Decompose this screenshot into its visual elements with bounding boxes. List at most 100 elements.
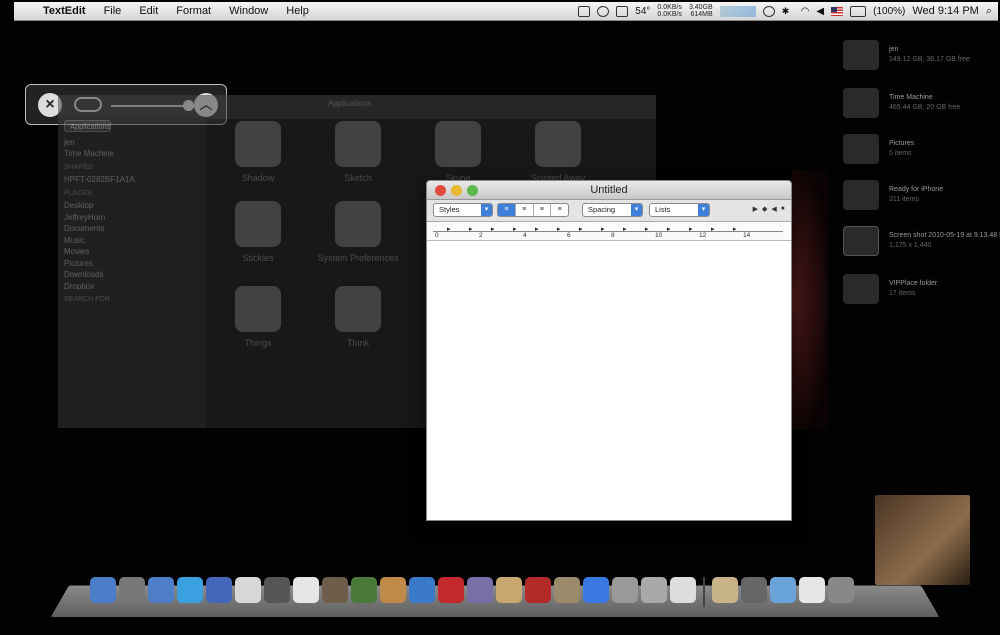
menu-window[interactable]: Window: [220, 5, 277, 17]
dock-app-icon[interactable]: [525, 577, 551, 603]
desktop-item[interactable]: Pictures 5 items: [843, 134, 993, 174]
align-left-icon[interactable]: ≡: [498, 204, 516, 216]
spacing-popup[interactable]: Spacing ▾: [582, 203, 643, 217]
desktop-item[interactable]: Ready for iPhone 311 items: [843, 180, 993, 220]
activity-graph-icon[interactable]: [719, 5, 756, 17]
dock-app-icon[interactable]: [670, 577, 696, 603]
tab-stop-icon[interactable]: ▸: [623, 225, 627, 233]
tab-stop-icon[interactable]: ▸: [733, 225, 737, 233]
tab-stop-icon[interactable]: ▸: [491, 225, 495, 233]
ruler[interactable]: 0 2 4 6 8 10 12 14 ▸ ▸ ▸ ▸ ▸ ▸ ▸ ▸ ▸ ▸ ▸ ▸ ▸ ▸: [427, 222, 791, 241]
tab-stop-icon[interactable]: ▸: [535, 225, 539, 233]
screen-icon[interactable]: [578, 5, 591, 17]
tab-stop-icon[interactable]: ▸: [711, 225, 715, 233]
text-area[interactable]: [427, 243, 791, 520]
desktop-item[interactable]: Screen shot 2010-05-19 at 9.13.48 PM 1,17…: [843, 226, 1000, 266]
tab-stop-icon[interactable]: ▸: [469, 225, 473, 233]
tab-decimal-icon[interactable]: ●: [781, 205, 785, 213]
app-icon-item[interactable]: Spirited Away: [508, 121, 608, 183]
spotlight-search-icon[interactable]: ⌕: [986, 5, 992, 18]
clock[interactable]: Wed 9:14 PM: [912, 5, 978, 17]
dropbox-icon[interactable]: [616, 5, 629, 17]
menu-file[interactable]: File: [95, 5, 131, 17]
dock-app-icon[interactable]: [554, 577, 580, 603]
menu-format[interactable]: Format: [167, 5, 220, 17]
app-icon-item[interactable]: Stickies: [208, 201, 308, 263]
volume-icon[interactable]: ◀: [816, 6, 824, 17]
app-icon-item[interactable]: Things: [208, 286, 308, 348]
menu-help[interactable]: Help: [277, 5, 318, 17]
dock-app-icon[interactable]: [799, 577, 825, 603]
dock-app-icon[interactable]: [641, 577, 667, 603]
app-menu[interactable]: TextEdit: [34, 5, 95, 17]
sidebar-item[interactable]: Time Machine: [64, 149, 200, 161]
dock-app-icon[interactable]: [712, 577, 738, 603]
dock-app-icon[interactable]: [119, 577, 145, 603]
app-icon-item[interactable]: Think: [308, 286, 408, 348]
tab-stop-icon[interactable]: ▸: [689, 225, 693, 233]
tab-stop-icon[interactable]: ▸: [513, 225, 517, 233]
styles-popup[interactable]: Styles ▾: [433, 203, 493, 217]
dock-app-icon[interactable]: [770, 577, 796, 603]
tab-stop-icon[interactable]: ▸: [667, 225, 671, 233]
app-icon-item[interactable]: System Preferences: [308, 201, 408, 263]
dock-app-icon[interactable]: [322, 577, 348, 603]
dock-app-icon[interactable]: [206, 577, 232, 603]
app-icon-item[interactable]: Skype: [408, 121, 508, 183]
app-icon-item[interactable]: Shadow: [208, 121, 308, 183]
tab-center-icon[interactable]: ◆: [762, 205, 767, 213]
dock-app-icon[interactable]: [438, 577, 464, 603]
dock-app-icon[interactable]: [235, 577, 261, 603]
tab-stop-icon[interactable]: ▸: [447, 225, 451, 233]
sidebar-item[interactable]: JeffreyHorn: [64, 213, 200, 225]
sidebar-item[interactable]: Music: [64, 236, 200, 248]
dock-app-icon[interactable]: [293, 577, 319, 603]
title-bar[interactable]: Untitled: [427, 181, 791, 200]
input-flag-icon[interactable]: [831, 6, 844, 16]
tab-right-icon[interactable]: ▶: [753, 205, 758, 213]
tab-stop-icon[interactable]: ▸: [601, 225, 605, 233]
temperature-readout[interactable]: 54°: [635, 6, 650, 17]
align-justify-icon[interactable]: ≡: [534, 204, 552, 216]
sidebar-item[interactable]: jen: [64, 138, 200, 150]
sidebar-item[interactable]: Downloads: [64, 270, 200, 282]
tab-stop-icon[interactable]: ▸: [557, 225, 561, 233]
dock-app-icon[interactable]: [583, 577, 609, 603]
dock-app-icon[interactable]: [351, 577, 377, 603]
dock-app-icon[interactable]: [741, 577, 767, 603]
time-machine-icon[interactable]: [762, 5, 775, 17]
dock-app-icon[interactable]: [177, 577, 203, 603]
tab-left-icon[interactable]: ◀: [771, 205, 776, 213]
bluetooth-icon[interactable]: ✱: [782, 6, 794, 17]
tab-stop-icon[interactable]: ▸: [579, 225, 583, 233]
align-right-icon[interactable]: ≡: [551, 204, 568, 216]
sidebar-item[interactable]: Desktop: [64, 201, 200, 213]
battery-icon[interactable]: [850, 5, 867, 17]
dock-app-icon[interactable]: [828, 577, 854, 603]
align-center-icon[interactable]: ≡: [516, 204, 534, 216]
sidebar-item[interactable]: Dropbox: [64, 282, 200, 294]
sidebar-item[interactable]: Applications: [64, 120, 112, 132]
desktop-item[interactable]: jen 149.12 GB, 36.17 GB free: [843, 40, 993, 80]
world-icon[interactable]: [597, 5, 610, 17]
dock-app-icon[interactable]: [264, 577, 290, 603]
dock-app-icon[interactable]: [380, 577, 406, 603]
dock-app-icon[interactable]: [148, 577, 174, 603]
desktop-item[interactable]: Time Machine 465.44 GB, 20 GB free: [843, 88, 993, 128]
dock-app-icon[interactable]: [496, 577, 522, 603]
dock-app-icon[interactable]: [467, 577, 493, 603]
sidebar-item[interactable]: Pictures: [64, 259, 200, 271]
desktop-item[interactable]: VIPPlace folder 17 items: [843, 274, 993, 314]
battery-percent[interactable]: (100%): [873, 6, 905, 17]
wifi-icon[interactable]: ◠: [801, 6, 810, 17]
dock-app-icon[interactable]: [612, 577, 638, 603]
dock-app-icon[interactable]: [409, 577, 435, 603]
memory-readout[interactable]: 3.40GB 614MB: [689, 4, 713, 18]
app-icon-item[interactable]: Sketch: [308, 121, 408, 183]
sidebar-item[interactable]: Movies: [64, 247, 200, 259]
dock-app-icon[interactable]: [90, 577, 116, 603]
lists-popup[interactable]: Lists ▾: [649, 203, 710, 217]
tab-stop-icon[interactable]: ▸: [645, 225, 649, 233]
sidebar-item[interactable]: HPFT-0282BF1A1A: [64, 175, 200, 187]
desktop-photo[interactable]: [875, 495, 970, 585]
